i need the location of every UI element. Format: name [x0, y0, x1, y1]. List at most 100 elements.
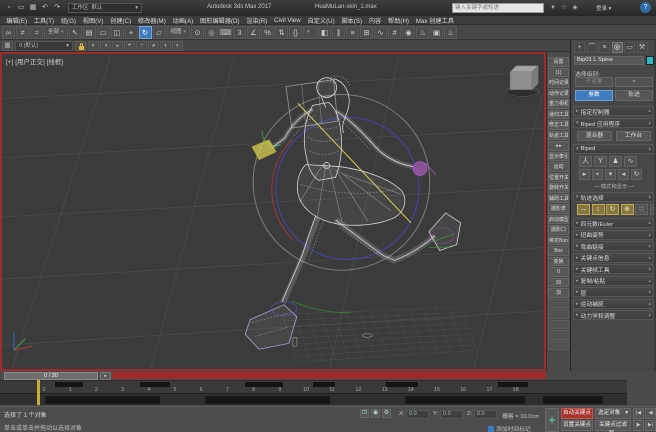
key-range-5[interactable] [386, 382, 418, 387]
toolbar2-icon-8[interactable]: ◗ [172, 41, 183, 51]
spinner-snap-icon[interactable]: ⇅ [275, 26, 288, 39]
time-slider-handle[interactable]: 0 / 30 [4, 372, 98, 380]
viewport-label[interactable]: [+] [用户正交] [线框] [6, 56, 63, 66]
key-block-2[interactable] [205, 396, 330, 404]
side-tool-19[interactable]: Box [548, 246, 569, 256]
redo-icon[interactable]: ↷ [52, 3, 62, 13]
rollout-1[interactable]: ▸四元数/Euler▴ [573, 218, 654, 228]
undo-icon[interactable]: ↶ [40, 3, 50, 13]
track-bar-ruler[interactable]: 0123456789101112131415161718 [0, 380, 627, 393]
schematic-view-icon[interactable]: # [388, 26, 401, 39]
menu-item-8[interactable]: 渲染(R) [243, 16, 271, 25]
bind-to-space-warp-icon[interactable]: ≈ [30, 26, 43, 39]
side-tool-28[interactable] [548, 341, 569, 351]
select-and-link-icon[interactable]: ∞ [2, 26, 15, 39]
layer-manager-mini-icon[interactable]: ▦ [2, 41, 13, 51]
y-field[interactable]: 0.0 [440, 410, 463, 419]
help-icon[interactable]: ? [640, 2, 651, 13]
biped-file-icon-4[interactable]: ◂ [618, 169, 629, 180]
menu-item-10[interactable]: 自定义(U) [304, 16, 338, 25]
layer-manager-icon[interactable]: ≡ [346, 26, 359, 39]
key-block-3[interactable] [405, 396, 525, 404]
menu-item-0[interactable]: 编辑(E) [3, 16, 30, 25]
previous-frame-icon[interactable]: ◀ [645, 408, 656, 419]
rollout-7[interactable]: ▸层▴ [573, 287, 654, 297]
percent-snap-icon[interactable]: % [261, 26, 274, 39]
snap-toggle-3d-icon[interactable]: 3 [233, 26, 246, 39]
z-field[interactable]: 0.0 [474, 410, 497, 419]
toolbar2-icon-3[interactable]: ◒ [112, 41, 123, 51]
rollout-track-selection[interactable]: ▾ 轨迹选择 ▴ [573, 192, 654, 202]
toolbar2-icon-1[interactable]: ◐ [88, 41, 99, 51]
viewport[interactable]: [+] [用户正交] [线框] [0, 52, 546, 371]
workbench-button[interactable]: 工作台 [616, 131, 651, 141]
side-tool-4[interactable]: 动作记录 [548, 89, 569, 99]
select-and-scale-icon[interactable]: ▱ [153, 26, 166, 39]
set-keys-button[interactable]: + [545, 408, 559, 432]
toolbar2-icon-2[interactable]: ◑ [100, 41, 111, 51]
side-tool-9[interactable]: ◂ ▸ [548, 141, 569, 151]
key-range-3[interactable] [245, 382, 283, 387]
named-sets-dropdown[interactable] [303, 26, 317, 39]
object-color-swatch[interactable] [646, 56, 654, 65]
rollout-6[interactable]: ▸复制/粘贴▴ [573, 276, 654, 286]
menu-item-14[interactable]: Max 创建工具 [412, 16, 457, 25]
rollout-2[interactable]: ▸扭曲姿势▴ [573, 230, 654, 240]
body-vertical-icon[interactable]: ↕ [592, 204, 605, 215]
side-tool-1[interactable]: 设置 [548, 57, 569, 67]
sub-object-button[interactable]: 子对象 [575, 77, 613, 87]
menu-item-7[interactable]: 图形编辑器(D) [197, 16, 243, 25]
menu-item-6[interactable]: 动画(A) [169, 16, 196, 25]
align-icon[interactable]: ∥ [332, 26, 345, 39]
side-tool-17[interactable]: 摄影口 [548, 225, 569, 235]
play-icon[interactable]: ▶ [633, 420, 644, 431]
x-field[interactable]: 0.0 [406, 410, 429, 419]
rollout-8[interactable]: ▸运动捕捉▴ [573, 299, 654, 309]
select-by-name-icon[interactable]: ▤ [83, 26, 96, 39]
biped-file-icon-2[interactable]: ▪ [592, 169, 603, 180]
side-tool-18[interactable]: 绑定Bone [548, 236, 569, 246]
side-tool-26[interactable] [548, 320, 569, 330]
side-tool-5[interactable]: 重力相机 [548, 99, 569, 109]
side-tool-2[interactable]: (1) [548, 68, 569, 78]
angle-snap-icon[interactable]: ∠ [247, 26, 260, 39]
rollout-3[interactable]: ▸弯曲链接▴ [573, 241, 654, 251]
side-tool-27[interactable] [548, 330, 569, 340]
workspace-dropdown[interactable]: 工作区: 默认 ▾ [68, 3, 142, 13]
reference-coordinate-dropdown[interactable]: 视图 [167, 26, 191, 39]
unlink-selection-icon[interactable]: ≠ [16, 26, 29, 39]
menu-item-13[interactable]: 帮助(H) [385, 16, 413, 25]
isolate-selection-icon[interactable]: ⊡ [360, 409, 369, 418]
use-pivot-center-icon[interactable]: ⊙ [191, 26, 204, 39]
select-object-icon[interactable]: ↖ [69, 26, 82, 39]
track-bar-keys[interactable] [0, 393, 627, 405]
menu-item-3[interactable]: 视图(V) [79, 16, 106, 25]
lock-com-keying-icon[interactable]: ⊕ [621, 204, 634, 215]
menu-item-4[interactable]: 创建(C) [107, 16, 135, 25]
side-tool-6[interactable]: 递归工具 [548, 110, 569, 120]
menu-item-11[interactable]: 脚本(S) [338, 16, 365, 25]
key-range-2[interactable] [140, 382, 170, 387]
select-and-rotate-icon[interactable]: ↻ [139, 26, 152, 39]
toolbar2-icon-5[interactable]: ◔ [136, 41, 147, 51]
view-cube[interactable] [505, 66, 539, 98]
biped-mode-icon-1[interactable]: 人 [579, 156, 592, 167]
key-range-1[interactable] [55, 382, 83, 387]
go-to-end-icon[interactable]: ▶| [645, 420, 656, 431]
side-tool-11[interactable]: 运动 [548, 162, 569, 172]
side-tool-8[interactable]: 轨迹工具 [548, 131, 569, 141]
key-block-1[interactable] [45, 396, 160, 404]
tab-create[interactable]: + [574, 42, 585, 53]
rollout-assign-controller[interactable]: ▸ 指定控制器 ▴ [573, 106, 654, 116]
select-and-move-icon[interactable]: + [125, 26, 138, 39]
biped-file-icon-5[interactable]: ↻ [631, 169, 642, 180]
side-tool-25[interactable] [548, 309, 569, 319]
new-file-icon[interactable]: ▫ [4, 3, 14, 13]
biped-mode-icon-3[interactable]: ♟ [609, 156, 622, 167]
rendered-frame-icon[interactable]: ▣ [430, 26, 443, 39]
object-name-field[interactable]: Bip01 L Spine [574, 56, 644, 65]
body-horizontal-icon[interactable]: ↔ [577, 204, 590, 215]
menu-item-2[interactable]: 组(G) [57, 16, 79, 25]
side-tool-12[interactable]: 位置开关 [548, 173, 569, 183]
biped-mode-icon-4[interactable]: ∿ [624, 156, 637, 167]
